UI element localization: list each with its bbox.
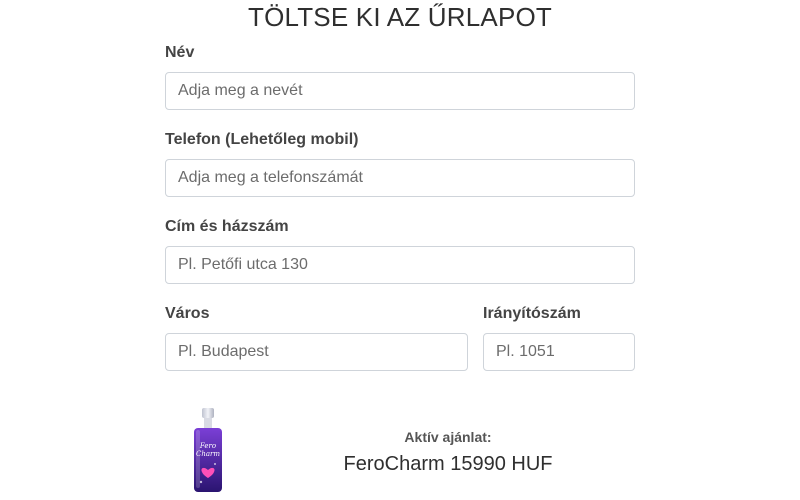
- city-label: Város: [165, 305, 210, 322]
- address-label: Cím és házszám: [165, 218, 289, 235]
- zip-input[interactable]: [483, 333, 635, 371]
- order-form-page: TÖLTSE KI AZ ŰRLAPOT Név Telefon (Lehető…: [0, 0, 800, 500]
- bottle-cap: [202, 408, 214, 418]
- bottle-neck: [204, 418, 212, 428]
- offer-label: Aktív ajánlat:: [404, 429, 492, 445]
- name-label: Név: [165, 44, 195, 61]
- bottle-label-text-2: Charm: [196, 450, 220, 458]
- bottle-highlight: [196, 430, 200, 488]
- zip-label: Irányítószám: [483, 305, 581, 322]
- offer-product-price: FeroCharm 15990 HUF: [343, 453, 553, 475]
- city-input[interactable]: [165, 333, 468, 371]
- sparkle-icon: [199, 480, 203, 484]
- address-input[interactable]: [165, 246, 635, 284]
- form-title: TÖLTSE KI AZ ŰRLAPOT: [247, 2, 553, 32]
- name-input[interactable]: [165, 72, 635, 110]
- bottle-label-text: Fero: [199, 442, 216, 450]
- product-bottle-image: Fero Charm: [194, 408, 222, 492]
- phone-input[interactable]: [165, 159, 635, 197]
- phone-label: Telefon (Lehetőleg mobil): [165, 131, 359, 148]
- sparkle-icon-2: [214, 463, 216, 465]
